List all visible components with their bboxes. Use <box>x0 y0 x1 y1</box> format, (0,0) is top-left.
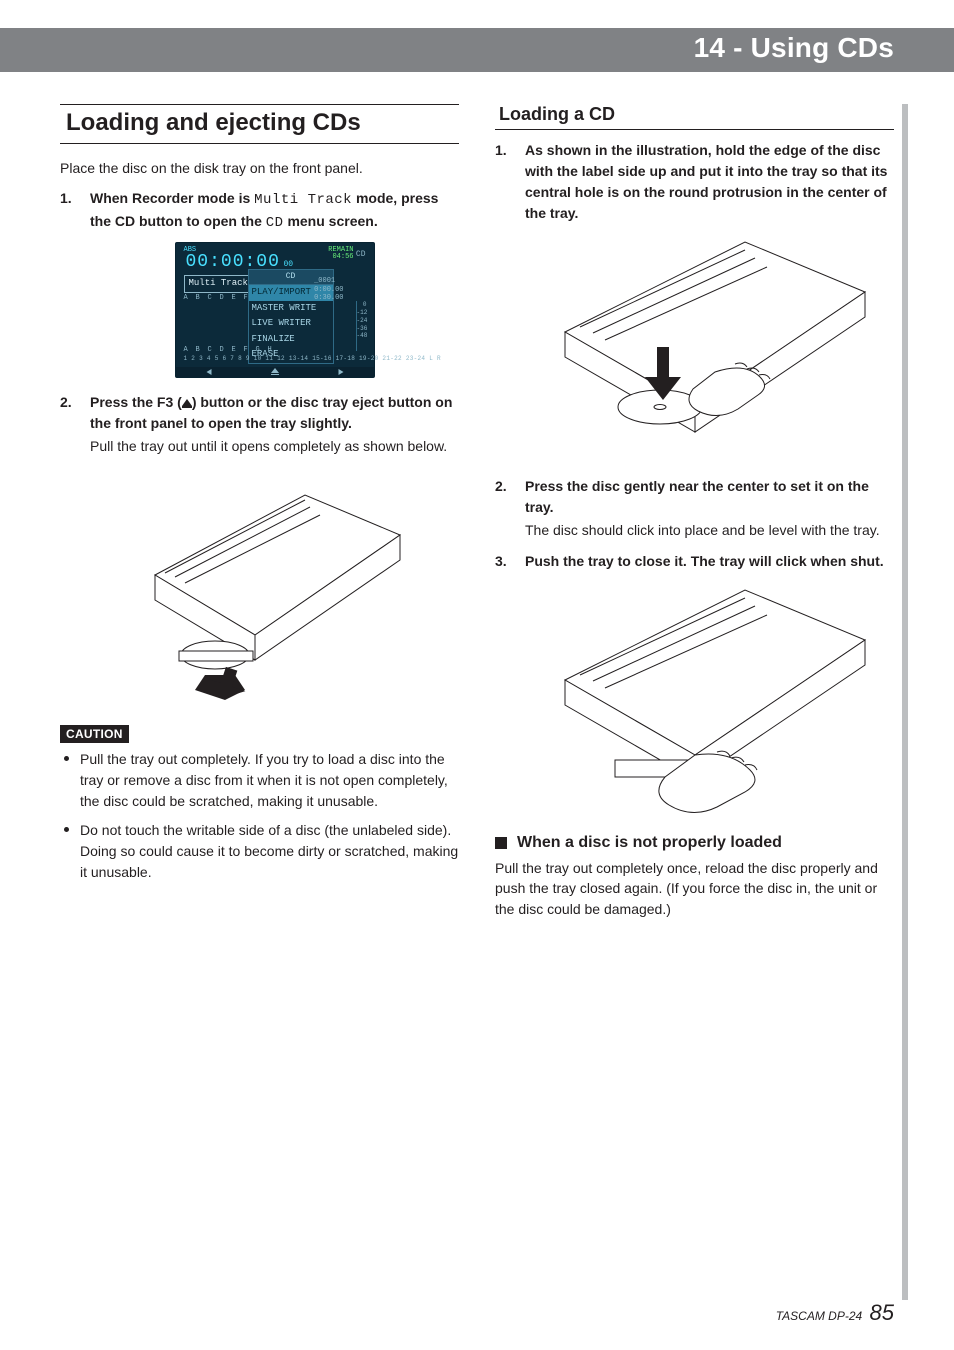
chapter-title: 14 - Using CDs <box>694 32 894 64</box>
screen-menu-item: MASTER WRITE <box>248 301 334 317</box>
subheading-row: When a disc is not properly loaded <box>495 834 894 852</box>
screen-cd-icon: CD <box>356 249 366 261</box>
footer-product: TASCAM DP-24 <box>776 1309 862 1323</box>
screen-right-panel: _00010:00.000:30.00 <box>314 277 343 302</box>
screen-channels-bottom-nums: 1 2 3 4 5 6 7 8 9 10 11 12 13-14 15-16 1… <box>184 354 441 363</box>
chapter-header-bar: 14 - Using CDs <box>0 28 954 72</box>
step-1-right-head: As shown in the illustration, hold the e… <box>525 142 887 221</box>
step-1-right: As shown in the illustration, hold the e… <box>495 140 894 462</box>
figure-cd-menu-screen: ABS 00:00:00 00 REMAIN 04:56 CD Multi Tr… <box>90 242 459 378</box>
figure-hold-disc <box>525 232 894 462</box>
page: 14 - Using CDs Loading and ejecting CDs … <box>0 0 954 1350</box>
section-title-right: Loading a CD <box>495 104 894 130</box>
lead-paragraph: Place the disc on the disk tray on the f… <box>60 158 459 178</box>
section-title-left: Loading and ejecting CDs <box>60 104 459 144</box>
steps-left: When Recorder mode is Multi Track mode, … <box>60 188 459 705</box>
figure-tray-open <box>90 465 459 705</box>
screen-transport-bar <box>176 367 374 377</box>
subheading-body: Pull the tray out completely once, reloa… <box>495 858 894 919</box>
caution-item: Do not touch the writable side of a disc… <box>80 820 459 883</box>
step-3-right-head: Push the tray to close it. The tray will… <box>525 553 884 569</box>
eject-icon <box>182 399 192 406</box>
content-area: Loading and ejecting CDs Place the disc … <box>60 104 894 1300</box>
caution-item: Pull the tray out completely. If you try… <box>80 749 459 812</box>
step-2-left: Press the F3 () button or the disc tray … <box>60 392 459 705</box>
illustration-hold-disc <box>545 232 875 462</box>
step-1-left: When Recorder mode is Multi Track mode, … <box>60 188 459 378</box>
step-1-left-head: When Recorder mode is Multi Track mode, … <box>90 190 438 229</box>
screen-meter-scale: 0-12-24-36-48 <box>356 301 368 351</box>
step-3-right: Push the tray to close it. The tray will… <box>495 551 894 820</box>
step-2-right-body: The disc should click into place and be … <box>525 520 894 541</box>
step-2-right: Press the disc gently near the center to… <box>495 476 894 541</box>
square-bullet-icon <box>495 837 507 849</box>
footer-page-number: 85 <box>870 1300 894 1325</box>
screen-mode-badge: Multi Track <box>184 275 253 293</box>
left-column: Loading and ejecting CDs Place the disc … <box>60 104 459 1300</box>
steps-right: As shown in the illustration, hold the e… <box>495 140 894 820</box>
screen-menu-item: LIVE WRITER <box>248 316 334 332</box>
caution-list: Pull the tray out completely. If you try… <box>60 749 459 883</box>
step-2-right-head: Press the disc gently near the center to… <box>525 478 869 515</box>
page-footer: TASCAM DP-24 85 <box>776 1300 894 1326</box>
transport-rewind-icon <box>176 367 242 377</box>
step-2-left-body: Pull the tray out until it opens complet… <box>90 436 459 457</box>
caution-label: CAUTION <box>60 725 129 743</box>
transport-eject-icon <box>242 367 308 377</box>
illustration-tray-open <box>145 465 405 705</box>
screen-remain-value: 04:56 <box>328 254 353 261</box>
device-screen: ABS 00:00:00 00 REMAIN 04:56 CD Multi Tr… <box>175 242 375 378</box>
figure-close-tray <box>525 580 894 820</box>
transport-play-icon <box>308 367 374 377</box>
step-2-left-head: Press the F3 () button or the disc tray … <box>90 394 452 431</box>
screen-remain: REMAIN 04:56 <box>328 247 353 261</box>
page-edge-tab <box>902 104 908 1300</box>
subheading-text: When a disc is not properly loaded <box>517 834 782 852</box>
illustration-close-tray <box>545 580 875 820</box>
right-column: Loading a CD As shown in the illustratio… <box>495 104 894 1300</box>
